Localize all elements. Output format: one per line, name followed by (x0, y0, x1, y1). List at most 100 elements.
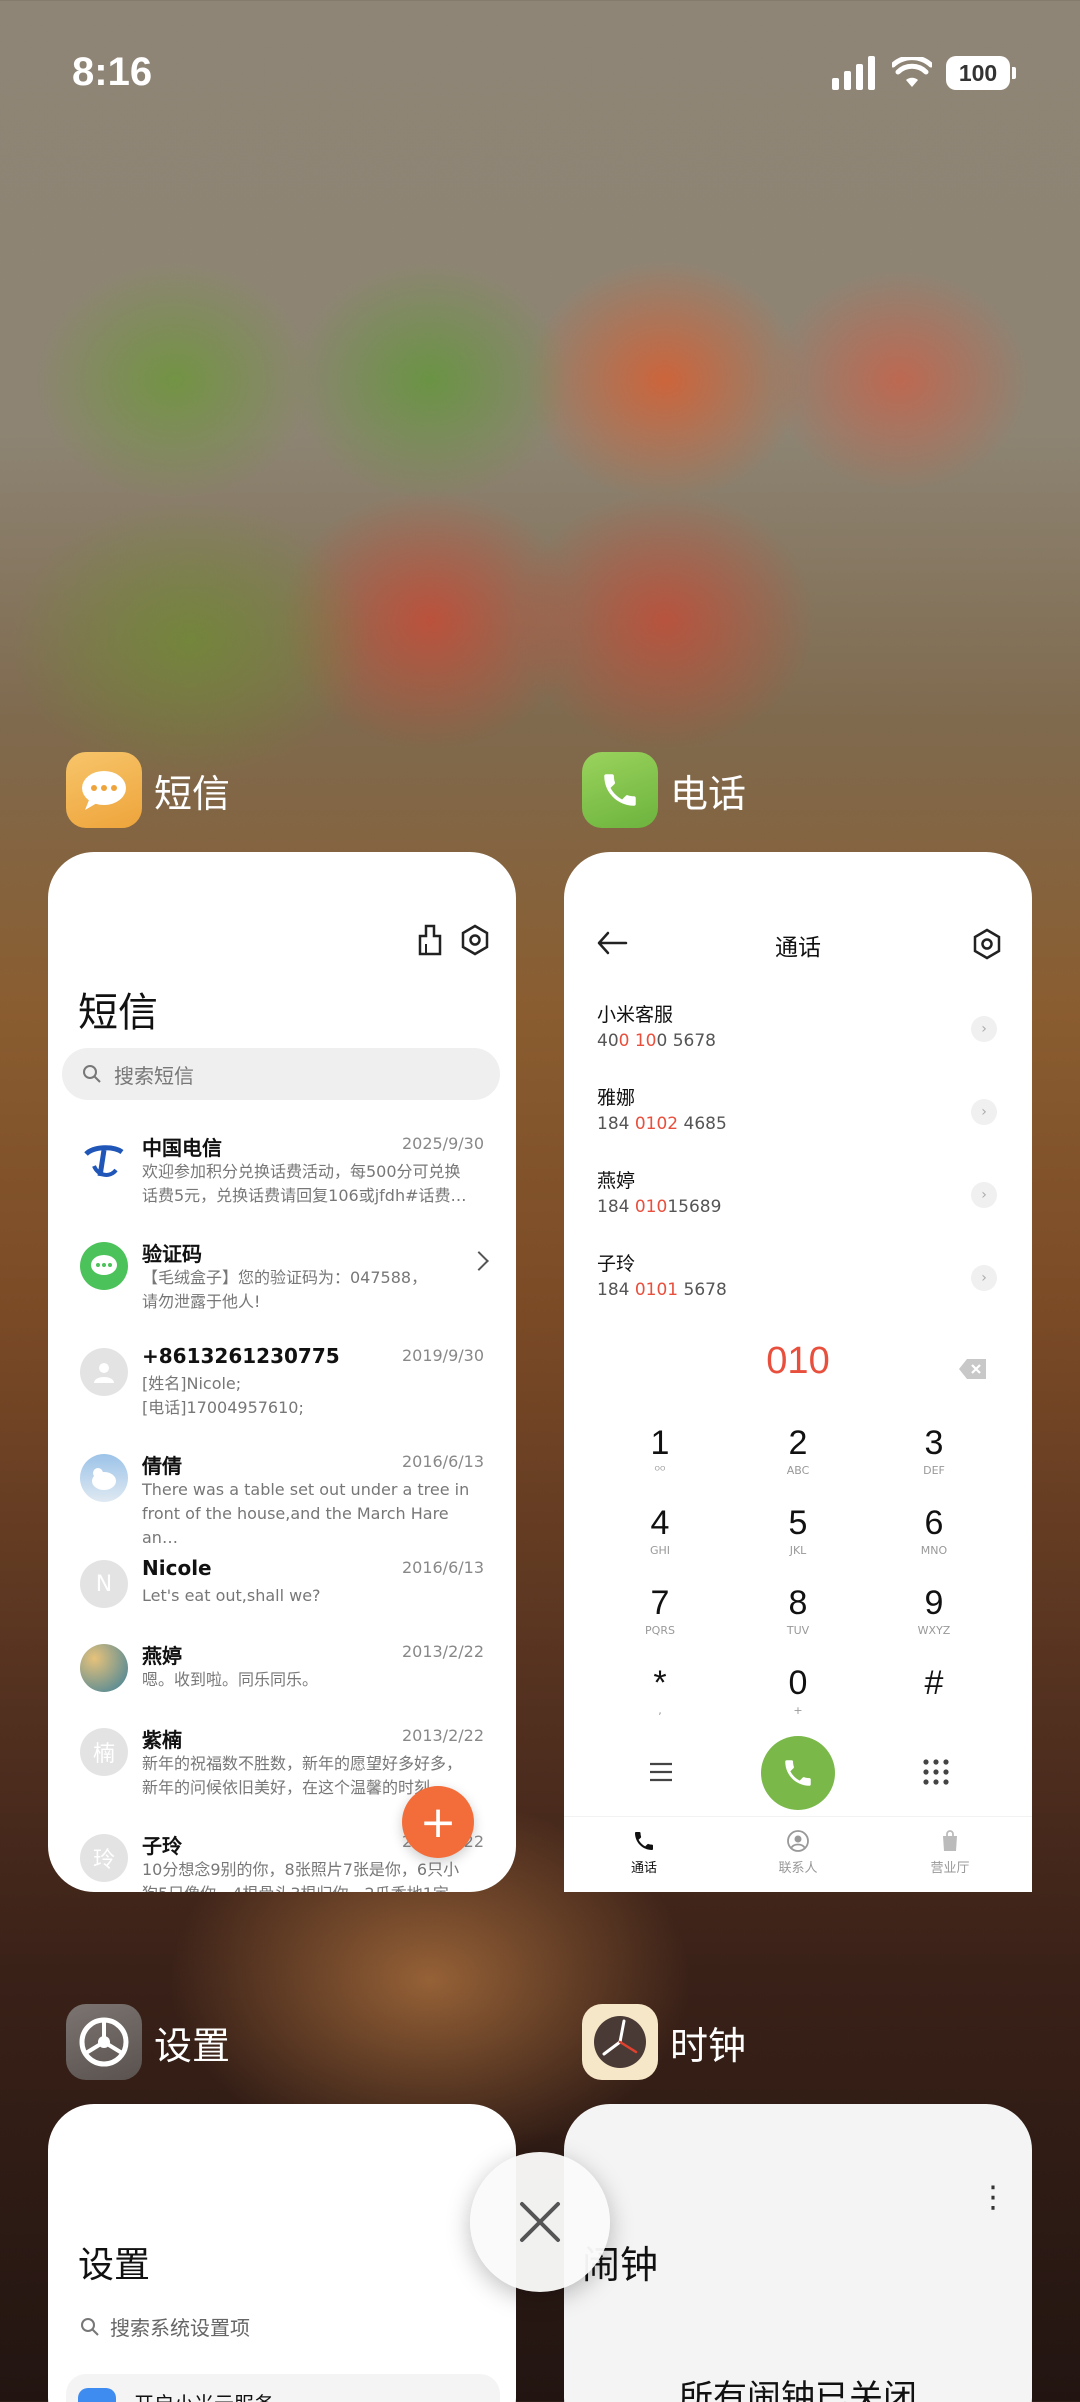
settings-item-cloud[interactable]: 开启小米云服务 (66, 2374, 500, 2402)
contact-row[interactable]: 雅娜 184 0102 4685 › (597, 1083, 997, 1153)
key-0[interactable]: 0 + (748, 1664, 848, 1718)
sender-name: 子玲 (142, 1834, 182, 1858)
contact-number: 184 0102 4685 (597, 1114, 727, 1134)
sender-name: 倩倩 (142, 1454, 182, 1478)
message-date: 2016/6/13 (401, 1452, 484, 1471)
letter-avatar: 楠 (80, 1728, 128, 1776)
call-button[interactable] (761, 1736, 835, 1810)
list-item[interactable]: 验证码 【毛绒盒子】您的验证码为：047588， 请勿泄露于他人! (48, 1232, 516, 1332)
message-date: 2025/9/30 (401, 1134, 484, 1153)
message-preview: 10分想念9别的你，8张照片7张是你，6只小 狗5只像你，4根骨头3根归你，2瓜… (142, 1860, 460, 1892)
sender-name: +8613261230775 (142, 1344, 340, 1368)
status-icons: 100 (832, 56, 1016, 90)
list-item[interactable]: +8613261230775 2019/9/30 [姓名]Nicole; [电话… (48, 1338, 516, 1438)
tab-label: 联系人 (778, 1861, 818, 1876)
letter-avatar: N (80, 1560, 128, 1608)
key-hash[interactable]: # (884, 1664, 984, 1718)
messages-search-input[interactable]: 搜索短信 (62, 1048, 500, 1100)
messages-page-title: 短信 (78, 990, 158, 1036)
telecom-logo-avatar (80, 1136, 128, 1184)
key-1[interactable]: 1 ᴼᴼ (610, 1424, 710, 1478)
key-6[interactable]: 6 MNO (884, 1504, 984, 1558)
tab-service-hall[interactable]: 营业厅 (900, 1829, 1000, 1876)
app-header-phone[interactable]: 电话 (582, 752, 746, 828)
message-preview: 嗯。收到啦。同乐同乐。 (142, 1670, 319, 1689)
app-header-messages[interactable]: 短信 (66, 752, 230, 828)
keypad-grid-icon[interactable] (922, 1758, 950, 1790)
detail-arrow-icon[interactable]: › (971, 1182, 997, 1208)
clock-app-icon (582, 2004, 658, 2080)
messages-app-icon (66, 752, 142, 828)
message-preview: 欢迎参加积分兑换话费活动，每500分可兑换 话费5元，兑换话费请回复106或jf… (142, 1162, 467, 1205)
app-header-clock[interactable]: 时钟 (582, 2004, 746, 2080)
landscape-avatar (80, 1644, 128, 1692)
more-options-icon[interactable]: ⋮ (978, 2180, 1008, 2215)
app-name-clock: 时钟 (670, 2023, 747, 2068)
settings-page-title: 设置 (78, 2245, 151, 2286)
key-star[interactable]: *, (610, 1664, 710, 1718)
app-name-phone: 电话 (670, 771, 747, 816)
tab-calls[interactable]: 通话 (594, 1829, 694, 1876)
close-icon (520, 2202, 560, 2242)
phone-tab-bar: 通话 联系人 营业厅 (564, 1816, 1032, 1892)
phone-app-icon (582, 752, 658, 828)
contact-row[interactable]: 燕婷 184 01015689 › (597, 1166, 997, 1236)
close-all-button[interactable] (470, 2152, 610, 2292)
message-date: 2016/6/13 (401, 1558, 484, 1577)
search-placeholder: 搜索系统设置项 (110, 2316, 250, 2340)
menu-icon[interactable] (648, 1760, 674, 1788)
contact-name: 雅娜 (597, 1087, 636, 1109)
contact-number: 400 100 5678 (597, 1031, 716, 1051)
message-preview: 【毛绒盒子】您的验证码为：047588， 请勿泄露于他人! (142, 1268, 428, 1311)
message-date: 2013/2/22 (401, 1726, 484, 1745)
shopping-bag-icon (943, 1830, 957, 1851)
settings-gear-icon[interactable] (972, 928, 1002, 964)
sender-name: 紫楠 (142, 1728, 182, 1752)
list-item[interactable]: 中国电信 2025/9/30 欢迎参加积分兑换话费活动，每500分可兑换 话费5… (48, 1126, 516, 1226)
key-8[interactable]: 8 TUV (748, 1584, 848, 1638)
message-preview: There was a table set out under a tree i… (142, 1480, 470, 1547)
app-name-messages: 短信 (154, 771, 231, 816)
app-header-settings[interactable]: 设置 (66, 2004, 230, 2080)
tab-label: 营业厅 (930, 1861, 970, 1876)
person-circle-icon (787, 1830, 809, 1852)
letter-avatar: 玲 (80, 1834, 128, 1882)
detail-arrow-icon[interactable]: › (971, 1016, 997, 1042)
key-4[interactable]: 4 GHI (610, 1504, 710, 1558)
tab-contacts[interactable]: 联系人 (748, 1829, 848, 1876)
sender-name: 验证码 (142, 1242, 202, 1266)
status-bar: 8:16 100 (0, 0, 1080, 150)
polar-bear-avatar (80, 1454, 128, 1502)
contact-name: 小米客服 (597, 1004, 674, 1026)
new-message-button[interactable]: + (402, 1786, 474, 1858)
message-preview: Let's eat out,shall we? (142, 1586, 321, 1605)
key-7[interactable]: 7 PQRS (610, 1584, 710, 1638)
phone-icon (635, 1832, 653, 1850)
settings-app-icon (66, 2004, 142, 2080)
signal-icon (832, 56, 875, 90)
cloud-icon (78, 2388, 116, 2402)
chevron-right-icon (469, 1251, 489, 1271)
contact-number: 184 01015689 (597, 1197, 722, 1217)
chat-bubble-avatar (80, 1242, 128, 1290)
sender-name: 燕婷 (142, 1644, 182, 1668)
clock-empty-state: 所有闹钟已关闭 (679, 2378, 917, 2402)
key-3[interactable]: 3 DEF (884, 1424, 984, 1478)
key-9[interactable]: 9 WXYZ (884, 1584, 984, 1638)
settings-item-label: 开启小米云服务 (134, 2388, 274, 2402)
backspace-icon[interactable] (958, 1358, 988, 1384)
settings-search-input[interactable]: 搜索系统设置项 (80, 2312, 250, 2341)
message-date: 2013/2/22 (401, 1642, 484, 1661)
detail-arrow-icon[interactable]: › (971, 1265, 997, 1291)
contact-name: 子玲 (597, 1253, 636, 1275)
phone-icon (785, 1760, 811, 1786)
contact-row[interactable]: 子玲 184 0101 5678 › (597, 1249, 997, 1319)
detail-arrow-icon[interactable]: › (971, 1099, 997, 1125)
list-item[interactable]: 倩倩 2016/6/13 There was a table set out u… (48, 1444, 516, 1547)
message-date: 2019/9/30 (401, 1346, 484, 1365)
phone-page-title: 通话 (775, 935, 821, 961)
key-2[interactable]: 2 ABC (748, 1424, 848, 1478)
key-5[interactable]: 5 JKL (748, 1504, 848, 1558)
contact-name: 燕婷 (597, 1170, 636, 1192)
contact-row[interactable]: 小米客服 400 100 5678 › (597, 1000, 997, 1070)
